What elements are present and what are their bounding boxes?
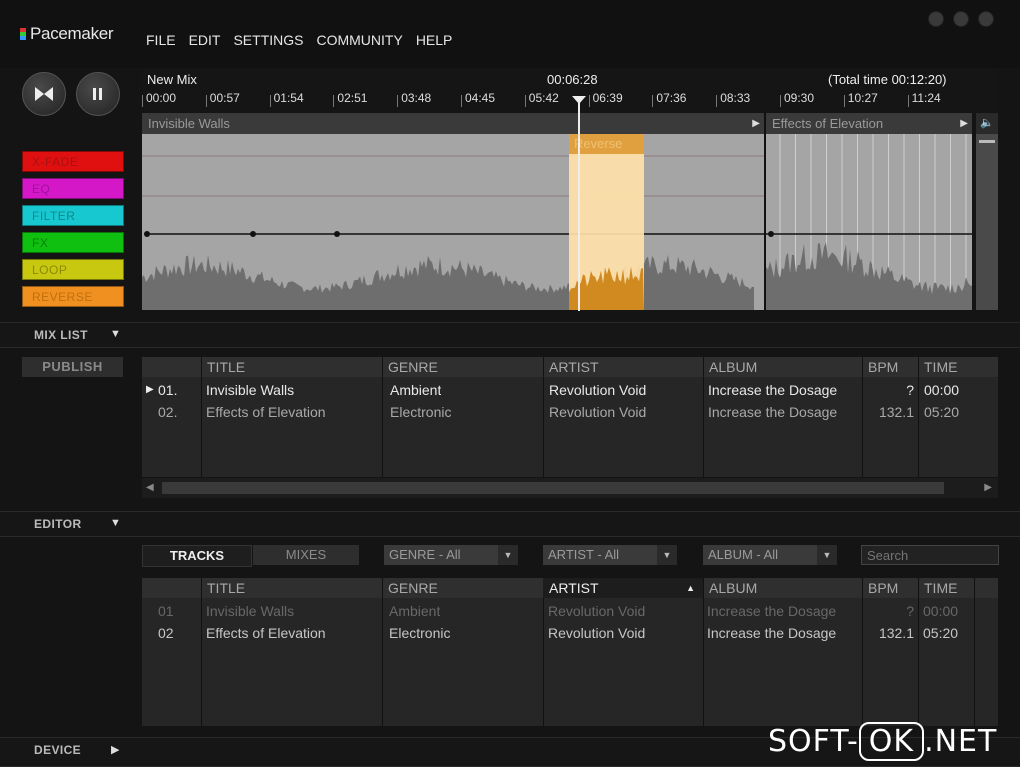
- effect-button-x-fade[interactable]: X-FADE: [22, 151, 124, 172]
- col-artist[interactable]: ARTIST: [543, 357, 599, 377]
- search-input[interactable]: [861, 545, 999, 565]
- timeline-tick: 00:00: [141, 91, 177, 107]
- scroll-left-icon[interactable]: ◀: [146, 482, 154, 493]
- genre-filter[interactable]: GENRE - All ▼: [384, 545, 518, 565]
- current-track-icon: ▶: [146, 384, 154, 395]
- menu-file[interactable]: FILE: [146, 32, 176, 48]
- timeline-track-1[interactable]: Invisible Walls ▶: [142, 113, 764, 134]
- chevron-right-icon[interactable]: ▶: [111, 743, 119, 756]
- waveform-track-2[interactable]: [766, 134, 972, 310]
- playhead-marker-icon[interactable]: [572, 96, 586, 104]
- playhead[interactable]: [578, 97, 580, 311]
- timeline-tick: 03:48: [397, 91, 432, 107]
- effect-button-reverse[interactable]: REVERSE: [22, 286, 124, 307]
- track-expand-icon[interactable]: ▶: [752, 113, 760, 134]
- table-row[interactable]: 02 Effects of Elevation Electronic Revol…: [142, 622, 998, 644]
- sort-asc-icon: ▲: [686, 583, 695, 593]
- menu-community[interactable]: COMMUNITY: [316, 32, 402, 48]
- effect-button-fx[interactable]: FX: [22, 232, 124, 253]
- chevron-down-icon[interactable]: ▼: [110, 328, 121, 340]
- volume-handle[interactable]: [979, 140, 995, 143]
- artist-filter[interactable]: ARTIST - All ▼: [543, 545, 677, 565]
- col-album[interactable]: ALBUM: [703, 578, 757, 598]
- col-time[interactable]: TIME: [918, 578, 957, 598]
- waveform-1-graphic: [142, 155, 764, 310]
- timeline-tick: 04:45: [460, 91, 496, 107]
- maximize-button[interactable]: [953, 11, 969, 27]
- reverse-label[interactable]: Reverse: [569, 134, 644, 154]
- waveform-2-graphic: [766, 134, 972, 310]
- editor-table: TITLE GENRE ARTIST ▲ ALBUM BPM TIME 01 I…: [142, 578, 998, 726]
- album-filter[interactable]: ALBUM - All ▼: [703, 545, 837, 565]
- crossfade-icon: [35, 87, 53, 101]
- effect-button-loop[interactable]: LOOP: [22, 259, 124, 280]
- effect-button-eq[interactable]: EQ: [22, 178, 124, 199]
- close-button[interactable]: [978, 11, 994, 27]
- scroll-right-icon[interactable]: ▶: [984, 482, 992, 493]
- effect-button-filter[interactable]: FILTER: [22, 205, 124, 226]
- col-title[interactable]: TITLE: [201, 357, 245, 377]
- mix-name: New Mix: [147, 72, 197, 87]
- tab-tracks[interactable]: TRACKS: [142, 545, 252, 567]
- crossfade-play-button[interactable]: [22, 72, 66, 116]
- pause-button[interactable]: [76, 72, 120, 116]
- timeline-tick: 06:39: [588, 91, 623, 107]
- col-genre[interactable]: GENRE: [382, 357, 438, 377]
- timeline-track-2[interactable]: Effects of Elevation ▶: [766, 113, 972, 134]
- timeline-tick: 02:51: [333, 91, 368, 107]
- timeline-tick: 01:54: [269, 91, 304, 107]
- current-position: 00:06:28: [547, 72, 598, 87]
- chevron-down-icon[interactable]: ▼: [110, 517, 121, 529]
- col-genre[interactable]: GENRE: [382, 578, 438, 598]
- menu-edit[interactable]: EDIT: [189, 32, 221, 48]
- chevron-down-icon: ▼: [498, 545, 518, 565]
- reverse-waveform: [569, 266, 644, 310]
- col-time[interactable]: TIME: [918, 357, 957, 377]
- col-album[interactable]: ALBUM: [703, 357, 757, 377]
- mixlist-table: TITLE GENRE ARTIST ALBUM BPM TIME ▶ 01. …: [142, 357, 998, 477]
- table-row[interactable]: 01 Invisible Walls Ambient Revolution Vo…: [142, 600, 998, 622]
- minimize-button[interactable]: [928, 11, 944, 27]
- publish-button[interactable]: PUBLISH: [22, 357, 123, 377]
- chevron-down-icon: ▼: [817, 545, 837, 565]
- table-row[interactable]: ▶ 01. Invisible Walls Ambient Revolution…: [142, 379, 998, 401]
- timeline-tick: 10:27: [843, 91, 878, 107]
- editor-header[interactable]: EDITOR ▼: [0, 511, 1020, 537]
- track-expand-icon[interactable]: ▶: [960, 113, 968, 134]
- menu-settings[interactable]: SETTINGS: [233, 32, 303, 48]
- timeline-tick: 09:30: [779, 91, 815, 107]
- col-bpm[interactable]: BPM: [862, 357, 898, 377]
- menu-help[interactable]: HELP: [416, 32, 453, 48]
- volume-meter[interactable]: [976, 134, 998, 310]
- timeline-tick: 05:42: [524, 91, 559, 107]
- timeline-tick: 07:36: [652, 91, 687, 107]
- mixlist-header[interactable]: MIX LIST ▼: [0, 322, 1020, 348]
- timeline-tick: 00:57: [205, 91, 240, 107]
- app-logo: Pacemaker: [20, 24, 114, 44]
- mixlist-scrollbar[interactable]: ◀ ▶: [142, 478, 998, 498]
- reverse-region[interactable]: [569, 134, 644, 310]
- scrollbar-thumb[interactable]: [162, 482, 944, 494]
- timeline-ruler[interactable]: 00:00 00:57 01:54 02:51 03:48 04:45 05:42 06:39…: [141, 91, 972, 111]
- pause-icon: [93, 88, 102, 100]
- chevron-down-icon: ▼: [657, 545, 677, 565]
- timeline-tick: 08:33: [716, 91, 751, 107]
- col-title[interactable]: TITLE: [201, 578, 245, 598]
- col-artist-sorted[interactable]: ARTIST ▲: [543, 578, 703, 598]
- table-row[interactable]: 02. Effects of Elevation Electronic Revo…: [142, 401, 998, 423]
- volume-icon[interactable]: 🔈: [976, 113, 998, 134]
- timeline-tick: 11:24: [907, 91, 941, 107]
- total-time: (Total time 00:12:20): [828, 72, 947, 87]
- tab-mixes[interactable]: MIXES: [253, 545, 359, 565]
- col-bpm[interactable]: BPM: [862, 578, 898, 598]
- watermark: SOFT- OK .NET: [768, 722, 998, 761]
- waveform-track-1[interactable]: [142, 134, 764, 310]
- logo-mark-icon: [20, 28, 26, 40]
- menu-bar: FILE EDIT SETTINGS COMMUNITY HELP: [146, 32, 452, 48]
